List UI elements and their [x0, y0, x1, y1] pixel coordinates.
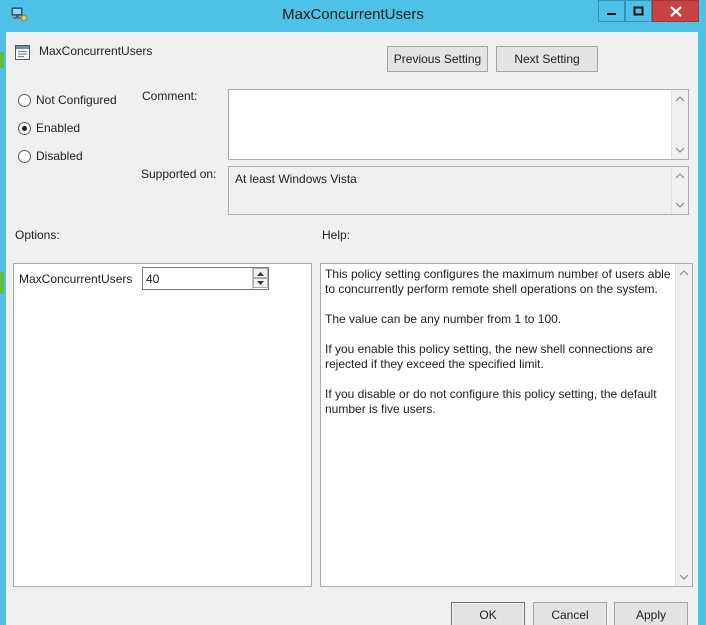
background-window-edge: [0, 272, 4, 294]
scroll-down-icon[interactable]: [679, 572, 689, 582]
close-icon: [669, 5, 682, 17]
stepper-up-button[interactable]: [253, 268, 268, 278]
help-paragraph: The value can be any number from 1 to 10…: [325, 312, 562, 326]
minimize-button[interactable]: [598, 0, 625, 22]
policy-dialog-window: MaxConcurrentUsers MaxConcurrentUsers Pr…: [0, 0, 706, 625]
help-panel: This policy setting configures the maxim…: [320, 263, 693, 587]
ok-button[interactable]: OK: [451, 602, 525, 625]
scroll-up-icon[interactable]: [675, 171, 685, 181]
previous-setting-button[interactable]: Previous Setting: [387, 46, 488, 72]
help-heading: Help:: [322, 228, 351, 242]
radio-disabled[interactable]: Disabled: [18, 149, 83, 163]
max-concurrent-users-label: MaxConcurrentUsers: [19, 272, 133, 286]
scroll-up-icon[interactable]: [675, 94, 685, 104]
radio-button[interactable]: [18, 149, 31, 163]
apply-button[interactable]: Apply: [614, 602, 688, 625]
caret-up-icon: [257, 271, 264, 276]
help-scrollbar[interactable]: [675, 264, 692, 586]
next-setting-button[interactable]: Next Setting: [496, 46, 598, 72]
help-paragraph: This policy setting configures the maxim…: [325, 267, 671, 296]
radio-label: Not Configured: [36, 93, 117, 107]
help-paragraph: If you disable or do not configure this …: [325, 387, 657, 416]
supported-on-label: Supported on:: [141, 167, 217, 181]
scroll-down-icon[interactable]: [675, 200, 685, 210]
close-button[interactable]: [652, 0, 699, 22]
cancel-button[interactable]: Cancel: [533, 602, 607, 625]
title-bar[interactable]: MaxConcurrentUsers: [0, 0, 706, 32]
options-panel: MaxConcurrentUsers 40: [13, 263, 312, 587]
stepper-value[interactable]: 40: [146, 272, 159, 286]
caret-down-icon: [257, 280, 264, 285]
scroll-down-icon[interactable]: [675, 145, 685, 155]
minimize-icon: [607, 13, 616, 15]
supported-scrollbar[interactable]: [671, 167, 688, 214]
comment-textarea[interactable]: [228, 89, 689, 160]
radio-label: Enabled: [36, 121, 81, 135]
radio-enabled[interactable]: Enabled: [18, 121, 80, 135]
dialog-client-area: MaxConcurrentUsers Previous Setting Next…: [6, 32, 698, 625]
policy-setting-icon: [15, 45, 30, 60]
scroll-up-icon[interactable]: [679, 268, 689, 278]
maximize-icon: [633, 6, 644, 16]
max-concurrent-users-stepper[interactable]: 40: [142, 267, 269, 290]
help-text: This policy setting configures the maxim…: [325, 267, 671, 432]
radio-button[interactable]: [18, 93, 31, 107]
supported-on-value: At least Windows Vista: [235, 172, 357, 186]
radio-label: Disabled: [36, 149, 83, 163]
stepper-down-button[interactable]: [253, 278, 268, 288]
help-paragraph: If you enable this policy setting, the n…: [325, 342, 654, 371]
maximize-button[interactable]: [625, 0, 652, 22]
comment-label: Comment:: [142, 89, 198, 103]
options-heading: Options:: [15, 228, 60, 242]
radio-not-configured[interactable]: Not Configured: [18, 93, 117, 107]
radio-button-selected[interactable]: [18, 121, 31, 135]
background-window-edge: [0, 52, 4, 68]
comment-scrollbar[interactable]: [671, 90, 688, 159]
supported-on-field: At least Windows Vista: [228, 166, 689, 215]
stepper-buttons: [252, 268, 268, 289]
setting-name-header: MaxConcurrentUsers: [39, 44, 153, 58]
